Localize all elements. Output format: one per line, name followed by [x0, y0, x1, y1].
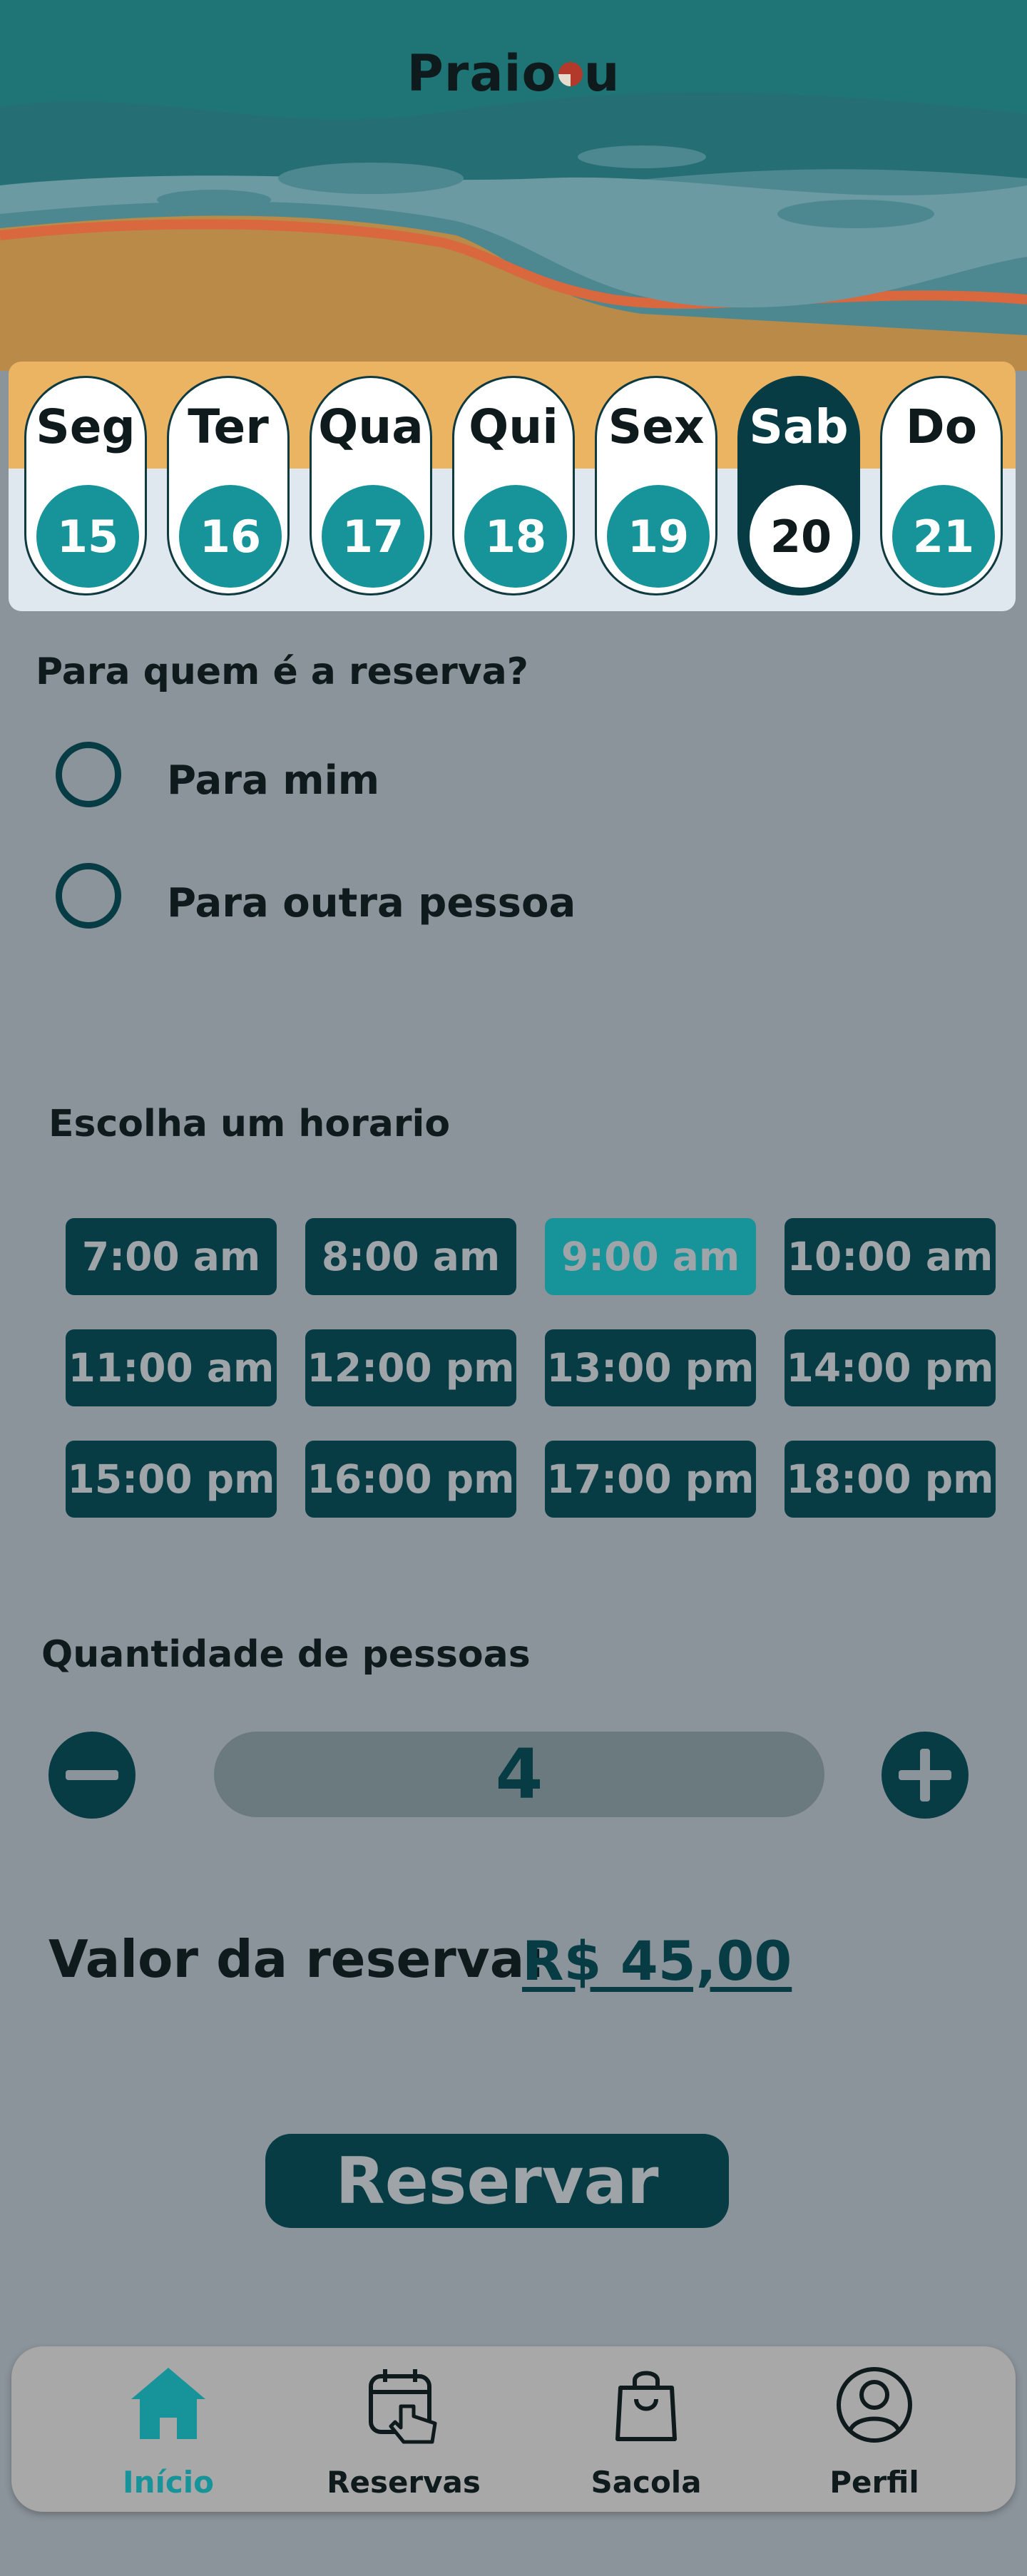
time-slot-1800[interactable]: 18:00 pm [785, 1441, 996, 1518]
reserve-button[interactable]: Reservar [265, 2134, 729, 2228]
tab-label: Perfil [829, 2465, 919, 2500]
time-slot-1500[interactable]: 15:00 pm [66, 1441, 277, 1518]
time-slot-1400[interactable]: 14:00 pm [785, 1329, 996, 1406]
time-slot-0900[interactable]: 9:00 am [545, 1218, 756, 1295]
date-day-number: 17 [322, 485, 424, 588]
profile-icon [837, 2367, 912, 2443]
date-selector: Seg 15 Ter 16 Qua 17 Qui 18 Sex 19 Sab 2… [9, 362, 1016, 611]
date-item-qui[interactable]: Qui 18 [452, 376, 575, 596]
bottom-tab-bar: Início Reservas Sacola Perfil [11, 2346, 1016, 2512]
calendar-touch-icon [369, 2369, 437, 2444]
radio-label-for-someone-else: Para outra pessoa [167, 880, 576, 926]
date-item-sex[interactable]: Sex 19 [595, 376, 717, 596]
date-item-ter[interactable]: Ter 16 [167, 376, 290, 596]
time-slot-0700[interactable]: 7:00 am [66, 1218, 277, 1295]
time-slot-1600[interactable]: 16:00 pm [305, 1441, 516, 1518]
beach-ball-icon [558, 62, 583, 86]
time-slot-1200[interactable]: 12:00 pm [305, 1329, 516, 1406]
radio-for-someone-else[interactable] [56, 863, 121, 929]
date-day-number: 15 [36, 485, 139, 588]
radio-label-for-me: Para mim [167, 757, 380, 804]
shopping-bag-icon [615, 2371, 677, 2441]
time-slot-1000[interactable]: 10:00 am [785, 1218, 996, 1295]
date-day-label: Sex [608, 399, 705, 454]
tab-reservas[interactable]: Reservas [297, 2346, 511, 2512]
tab-label: Reservas [327, 2465, 481, 2500]
date-day-label: Sab [749, 399, 849, 454]
date-item-qua[interactable]: Qua 17 [310, 376, 432, 596]
schedule-title: Escolha um horario [48, 1103, 451, 1145]
date-day-number: 16 [179, 485, 282, 588]
decrease-people-button[interactable] [48, 1732, 136, 1819]
date-item-sab[interactable]: Sab 20 [737, 376, 860, 596]
time-slot-1100[interactable]: 11:00 am [66, 1329, 277, 1406]
date-day-label: Ter [188, 399, 269, 454]
price-value[interactable]: R$ 45,00 [522, 1929, 792, 1993]
minus-icon [66, 1770, 118, 1780]
date-day-label: Qui [469, 399, 558, 454]
date-day-label: Seg [36, 399, 136, 454]
app-logo: Praio u [407, 44, 620, 103]
date-day-number: 18 [464, 485, 567, 588]
time-slot-1700[interactable]: 17:00 pm [545, 1441, 756, 1518]
time-slot-0800[interactable]: 8:00 am [305, 1218, 516, 1295]
people-quantity-value: 4 [214, 1732, 824, 1817]
time-slot-1300[interactable]: 13:00 pm [545, 1329, 756, 1406]
home-icon [131, 2368, 205, 2439]
date-day-number: 21 [892, 485, 995, 588]
increase-people-button[interactable] [882, 1732, 969, 1819]
tab-label: Sacola [591, 2465, 702, 2500]
tab-perfil[interactable]: Perfil [767, 2346, 981, 2512]
people-quantity-title: Quantidade de pessoas [41, 1633, 531, 1676]
date-day-label: Do [905, 399, 978, 454]
booking-for-question: Para quem é a reserva? [36, 650, 528, 693]
date-day-label: Qua [318, 399, 424, 454]
date-day-number: 20 [750, 485, 852, 588]
tab-label: Início [122, 2465, 215, 2500]
radio-for-me[interactable] [56, 742, 121, 807]
date-day-number: 19 [607, 485, 710, 588]
price-label: Valor da reserva: [48, 1929, 546, 1989]
tab-sacola[interactable]: Sacola [539, 2346, 753, 2512]
date-item-do[interactable]: Do 21 [880, 376, 1003, 596]
tab-inicio[interactable]: Início [61, 2346, 275, 2512]
date-item-seg[interactable]: Seg 15 [24, 376, 147, 596]
